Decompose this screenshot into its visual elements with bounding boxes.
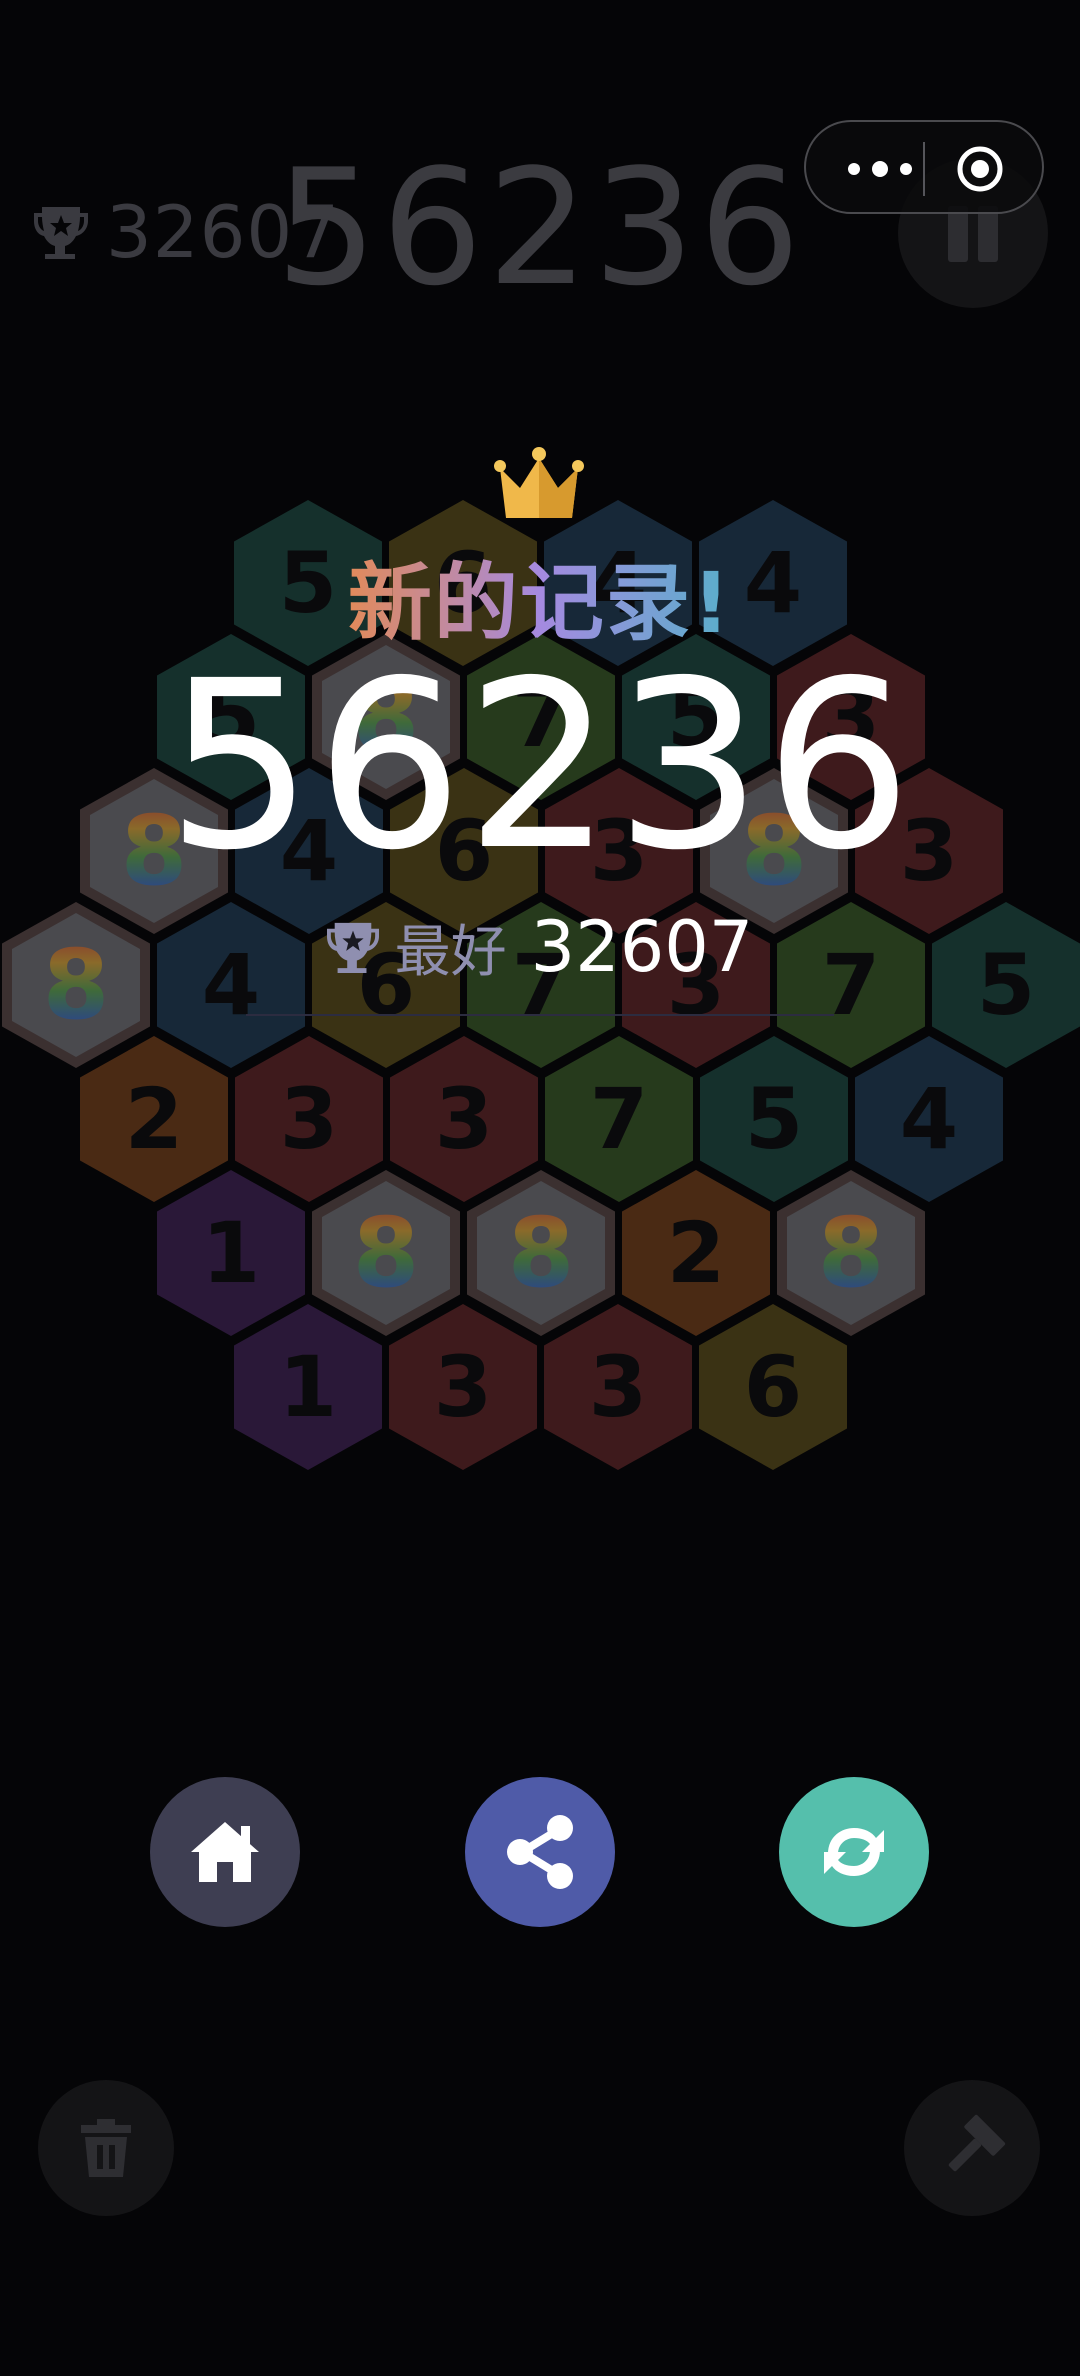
- hex-tile[interactable]: 3: [235, 1036, 383, 1202]
- share-icon: [507, 1815, 573, 1889]
- hex-tile[interactable]: 8: [777, 1170, 925, 1336]
- hex-tile[interactable]: 5: [700, 1036, 848, 1202]
- hex-tile[interactable]: 3: [389, 1304, 537, 1470]
- hex-tile[interactable]: 8: [467, 1170, 615, 1336]
- hex-tile[interactable]: 3: [544, 1304, 692, 1470]
- tile-value: 7: [589, 1070, 649, 1168]
- tile-value: 3: [433, 1338, 493, 1436]
- divider-line: [246, 1014, 834, 1016]
- tile-value: 1: [201, 1204, 261, 1302]
- home-icon: [191, 1822, 259, 1882]
- tile-value: 1: [278, 1338, 338, 1436]
- tile-value: 6: [743, 1338, 803, 1436]
- tile-value: 3: [279, 1070, 339, 1168]
- tile-value: 3: [588, 1338, 648, 1436]
- crown-icon: [494, 447, 584, 518]
- hex-tile[interactable]: 2: [622, 1170, 770, 1336]
- final-score: 56236: [165, 631, 915, 901]
- close-target-icon[interactable]: [956, 145, 1004, 193]
- hex-tile[interactable]: 1: [234, 1304, 382, 1470]
- tile-value: 4: [899, 1070, 959, 1168]
- hex-tile[interactable]: 6: [699, 1304, 847, 1470]
- best-score-line: 最好 32607: [0, 906, 1080, 988]
- tile-value: 2: [124, 1070, 184, 1168]
- tile-value: 8: [507, 1197, 575, 1309]
- more-icon[interactable]: [840, 154, 920, 184]
- hex-tile[interactable]: 8: [312, 1170, 460, 1336]
- hex-tile[interactable]: 7: [545, 1036, 693, 1202]
- capsule-divider: [923, 142, 925, 196]
- restart-button[interactable]: [779, 1777, 929, 1927]
- tile-value: 5: [744, 1070, 804, 1168]
- trash-button[interactable]: [38, 2080, 174, 2216]
- hex-tile[interactable]: 2: [80, 1036, 228, 1202]
- hammer-icon: [948, 2114, 1006, 2172]
- hammer-button[interactable]: [904, 2080, 1040, 2216]
- hex-tile[interactable]: 1: [157, 1170, 305, 1336]
- tile-value: 2: [666, 1204, 726, 1302]
- tile-value: 8: [352, 1197, 420, 1309]
- trophy-icon: [326, 922, 379, 973]
- share-button[interactable]: [465, 1777, 615, 1927]
- hex-tile[interactable]: 3: [390, 1036, 538, 1202]
- tile-value: 3: [434, 1070, 494, 1168]
- restart-icon: [824, 1828, 884, 1876]
- miniprogram-capsule: [804, 120, 1044, 214]
- best-label: 最好: [394, 919, 507, 985]
- trash-icon: [81, 2119, 131, 2177]
- best-value: 32607: [530, 906, 754, 988]
- home-button[interactable]: [150, 1777, 300, 1927]
- tile-value: 8: [817, 1197, 885, 1309]
- hex-tile[interactable]: 4: [855, 1036, 1003, 1202]
